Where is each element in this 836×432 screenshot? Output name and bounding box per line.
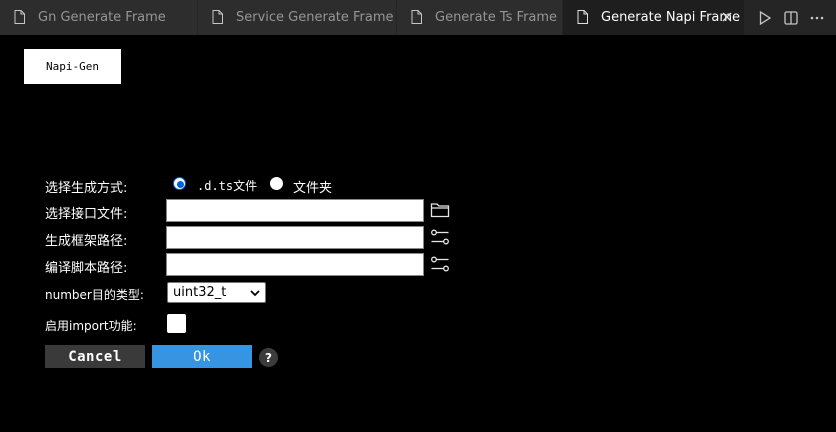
framework-path-label: 生成框架路径: xyxy=(45,234,128,249)
napi-gen-header-button[interactable]: Napi-Gen xyxy=(24,49,121,84)
run-icon[interactable] xyxy=(756,9,774,27)
interface-file-label: 选择接口文件: xyxy=(45,207,128,222)
help-icon[interactable]: ? xyxy=(259,348,278,367)
editor-actions xyxy=(756,0,836,35)
radio-dts-file-label: .d.ts文件 xyxy=(197,179,258,193)
path-select-icon[interactable] xyxy=(430,255,450,275)
tab-service-generate-frame[interactable]: Service Generate Frame xyxy=(198,0,397,35)
import-label: 启用import功能: xyxy=(45,319,137,333)
script-path-input[interactable] xyxy=(166,253,424,276)
tab-gn-generate-frame[interactable]: Gn Generate Frame xyxy=(0,0,198,35)
number-type-select[interactable]: uint32_t xyxy=(167,282,266,303)
path-select-icon[interactable] xyxy=(430,228,450,248)
tab-label: Gn Generate Frame xyxy=(38,10,166,25)
radio-folder[interactable] xyxy=(270,177,283,190)
tab-generate-ts-frame[interactable]: Generate Ts Frame xyxy=(397,0,563,35)
number-type-value: uint32_t xyxy=(173,285,227,300)
import-checkbox[interactable] xyxy=(167,314,186,333)
more-actions-icon[interactable] xyxy=(808,9,826,27)
split-editor-icon[interactable] xyxy=(782,9,800,27)
framework-path-input[interactable] xyxy=(166,226,424,249)
radio-dts-file[interactable] xyxy=(173,177,186,190)
editor-tab-bar: Gn Generate Frame Service Generate Frame… xyxy=(0,0,836,35)
radio-folder-label: 文件夹 xyxy=(293,181,333,196)
folder-icon[interactable] xyxy=(430,201,450,221)
file-icon xyxy=(411,10,422,24)
close-icon[interactable] xyxy=(718,8,736,26)
file-icon xyxy=(14,10,25,24)
number-type-label: number目的类型: xyxy=(45,288,144,302)
cancel-button[interactable]: Cancel xyxy=(45,345,145,368)
tab-generate-napi-frame[interactable]: Generate Napi Frame xyxy=(563,0,745,35)
mode-label: 选择生成方式: xyxy=(45,181,128,196)
file-icon xyxy=(212,10,223,24)
file-icon xyxy=(577,10,588,24)
script-path-label: 编译脚本路径: xyxy=(45,261,128,276)
chevron-down-icon xyxy=(249,287,261,299)
tab-label: Generate Ts Frame xyxy=(435,10,558,25)
interface-file-input[interactable] xyxy=(166,199,424,222)
ok-button[interactable]: Ok xyxy=(152,345,252,368)
tab-label: Service Generate Frame xyxy=(236,10,394,25)
